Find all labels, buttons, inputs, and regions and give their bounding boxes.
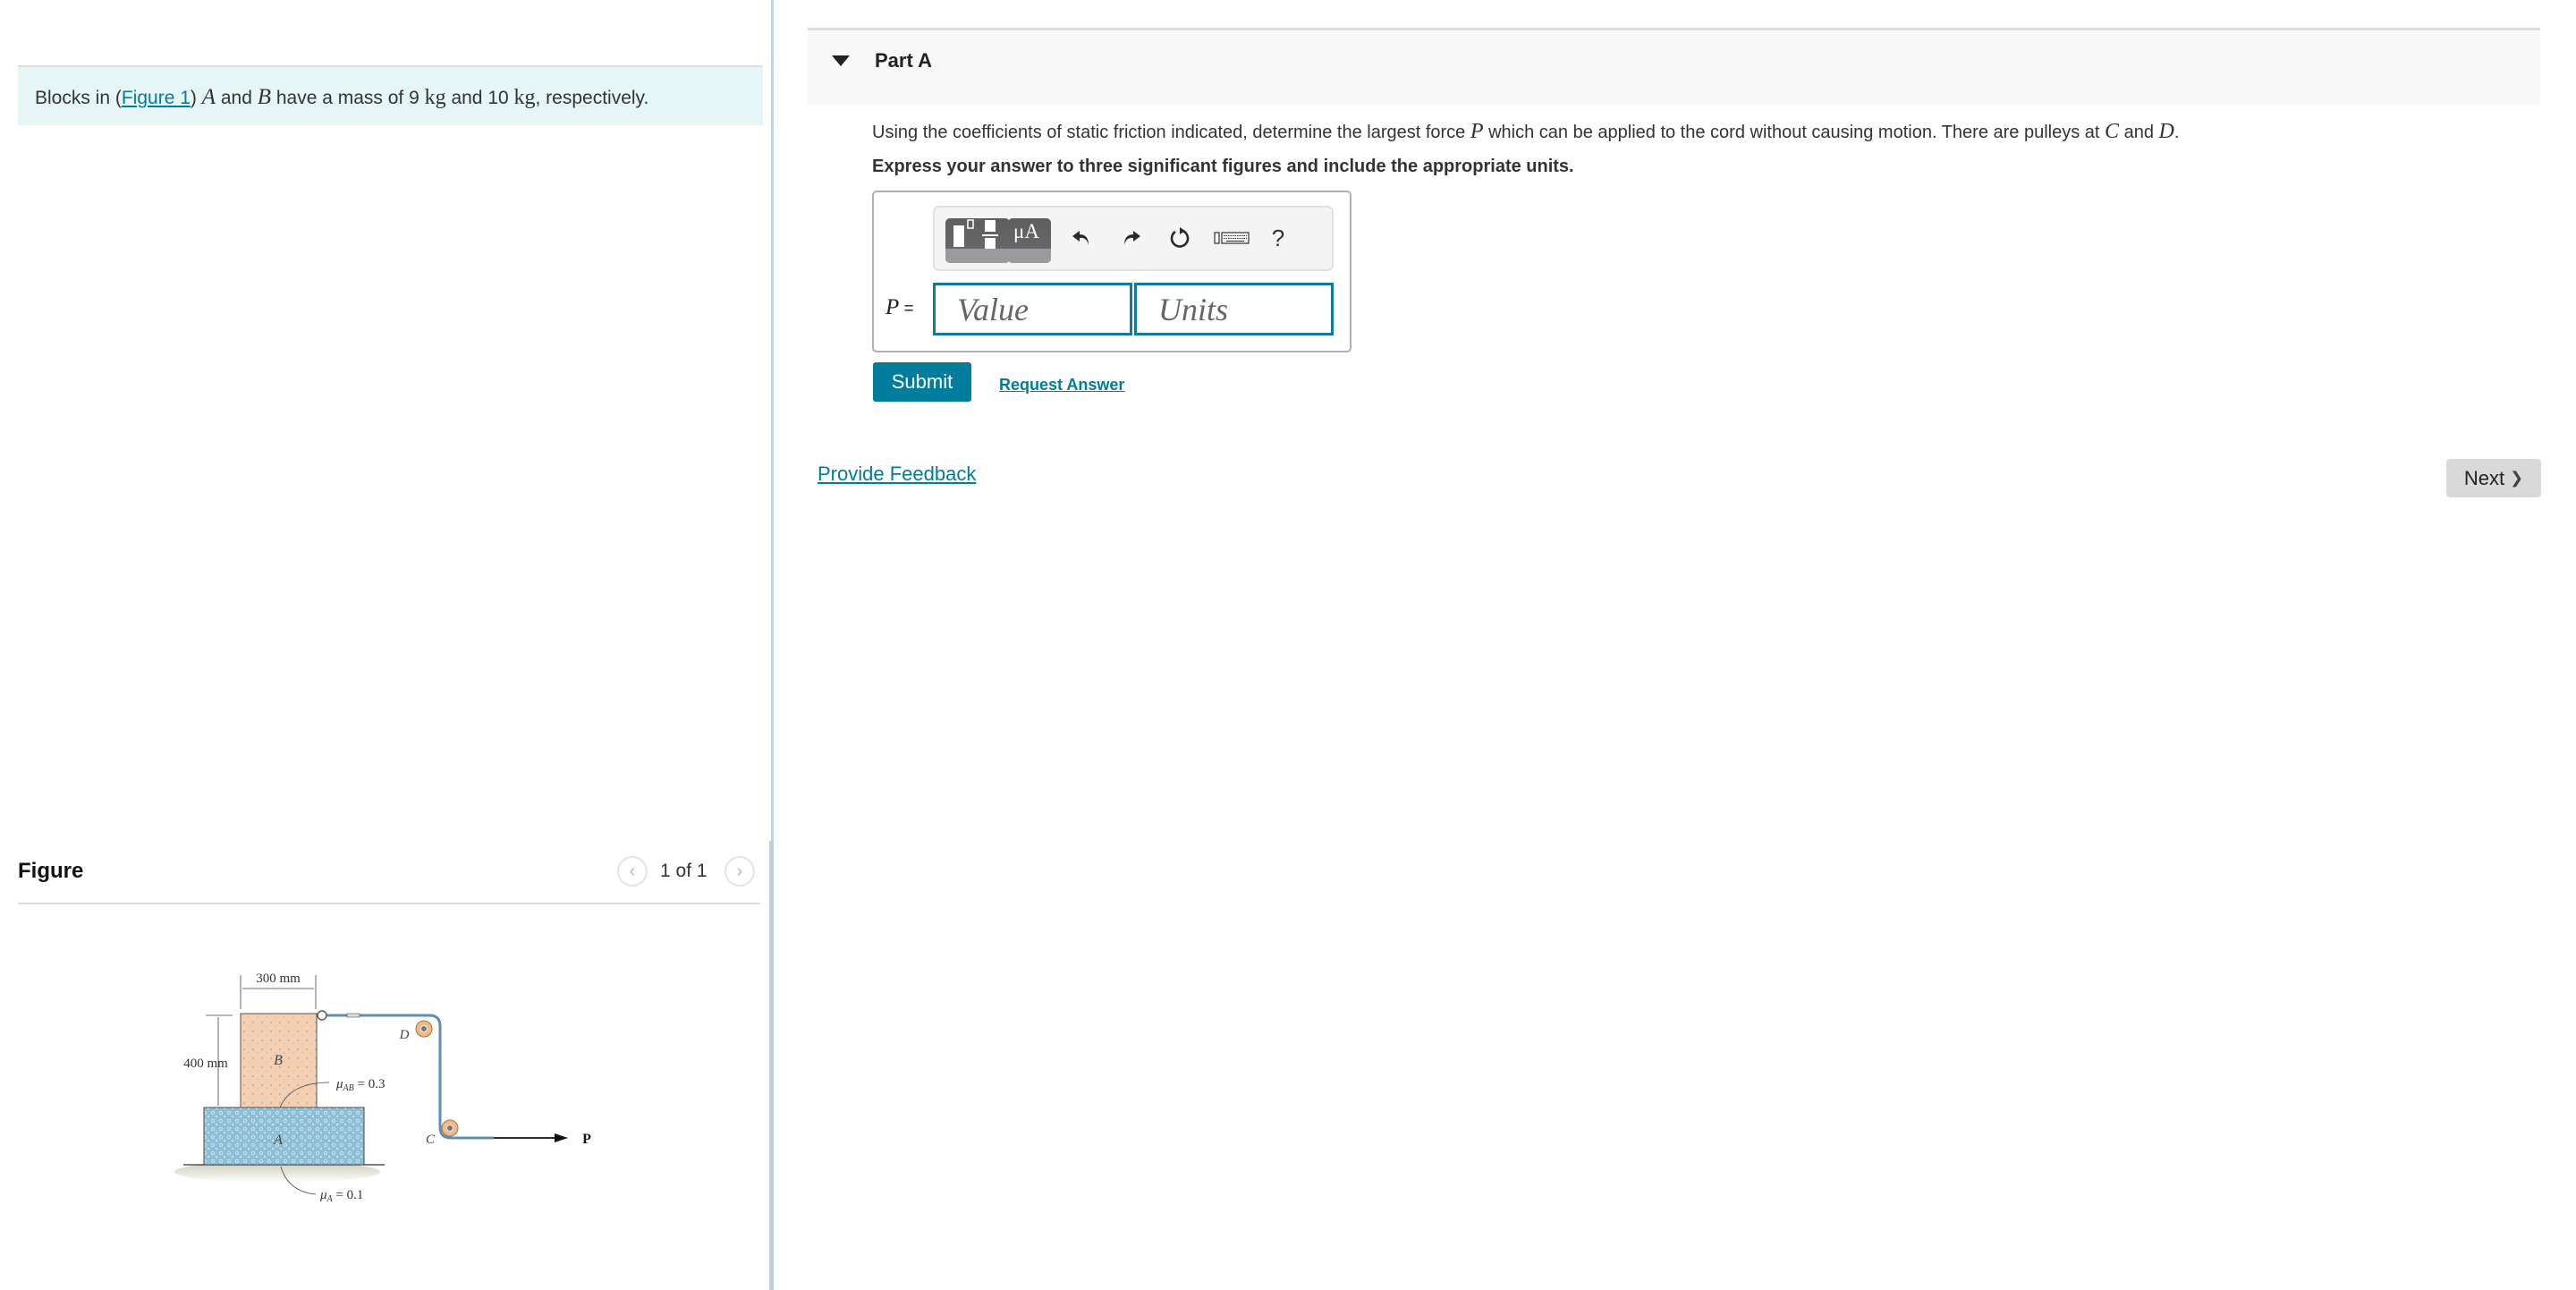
var-b: B: [257, 85, 272, 109]
reset-arrow: [1170, 227, 1190, 248]
var-d: D: [2158, 120, 2174, 143]
undo-arrow: [1072, 231, 1089, 245]
math-toolbar: μA ?: [933, 206, 1334, 271]
part-a-title[interactable]: Part A: [875, 49, 932, 72]
units-input[interactable]: [1134, 283, 1334, 335]
keyboard-glyph: [1214, 232, 1250, 244]
figure-prev-button[interactable]: ‹: [617, 856, 648, 887]
problem-text: have a mass of 9: [271, 88, 425, 108]
width-label: 300 mm: [256, 972, 301, 986]
question-text-part: Using the coefficients of static frictio…: [872, 123, 1470, 142]
request-answer-link[interactable]: Request Answer: [999, 376, 1124, 395]
figure-1-link[interactable]: Figure 1: [122, 88, 191, 108]
height-label: 400 mm: [183, 1057, 228, 1071]
var-p-label: P: [886, 295, 900, 319]
problem-text: and 10: [445, 88, 514, 108]
templates-button[interactable]: [945, 218, 1010, 263]
pulley-d-label: D: [399, 1028, 410, 1042]
reset-icon[interactable]: [1165, 220, 1194, 256]
figure-pager-text: 1 of 1: [660, 861, 708, 881]
block-a-label: A: [273, 1133, 283, 1148]
question-text-part: and: [2119, 123, 2159, 142]
unit-kg: kg: [424, 86, 446, 109]
answer-instruction: Express your answer to three significant…: [872, 157, 1574, 176]
question-text: Using the coefficients of static frictio…: [872, 120, 2179, 144]
problem-text: , respectively.: [535, 88, 649, 108]
answer-label: P =: [886, 295, 914, 320]
figure-diagram: 300 mm 400 mm B A P D C μAB = 0.3 μA = 0…: [174, 972, 591, 1204]
pane-divider-handle[interactable]: [769, 841, 774, 1290]
problem-text: ): [190, 88, 202, 108]
figure-next-button[interactable]: ›: [724, 856, 755, 887]
submit-button[interactable]: Submit: [873, 362, 971, 402]
keyboard-icon[interactable]: [1212, 220, 1251, 256]
force-label: P: [582, 1132, 591, 1147]
provide-feedback-link[interactable]: Provide Feedback: [818, 463, 976, 486]
var-a: A: [201, 85, 216, 109]
mu-ab-label: μAB = 0.3: [335, 1077, 385, 1093]
problem-text: and: [216, 88, 258, 108]
templates-icon: [953, 219, 998, 249]
undo-icon[interactable]: [1067, 220, 1096, 256]
problem-text-prefix: Blocks in (: [35, 88, 122, 108]
redo-arrow: [1124, 231, 1140, 245]
block-a: [203, 1107, 365, 1166]
pane-divider[interactable]: [771, 0, 774, 841]
question-text-part: .: [2174, 123, 2180, 142]
var-p: P: [1470, 120, 1484, 143]
chevron-left-icon: ‹: [629, 861, 636, 881]
help-icon[interactable]: ?: [1264, 220, 1292, 256]
next-button[interactable]: Next ❯: [2446, 459, 2541, 497]
chevron-right-icon: ›: [736, 861, 743, 881]
force-arrowhead: [555, 1133, 568, 1142]
value-input[interactable]: [933, 283, 1132, 335]
mu-a-label: μA = 0.1: [319, 1188, 363, 1204]
var-c: C: [2105, 120, 2120, 143]
caret-down-icon[interactable]: [832, 55, 850, 66]
unit-kg: kg: [513, 86, 536, 109]
problem-statement: Blocks in (Figure 1) A and B have a mass…: [18, 65, 763, 125]
pulley-c-label: C: [426, 1133, 436, 1147]
chevron-right-icon: ❯: [2510, 469, 2524, 487]
figure-title: Figure: [18, 859, 84, 883]
cord-ring: [317, 1010, 327, 1021]
equals-sign: =: [899, 300, 914, 318]
mu-a-symbol-icon: μA: [1013, 220, 1039, 242]
question-text-part: which can be applied to the cord without…: [1483, 123, 2106, 142]
part-a-header[interactable]: [808, 28, 2540, 105]
next-label: Next: [2463, 466, 2505, 489]
redo-icon[interactable]: [1117, 220, 1146, 256]
figure-header-rule: [18, 903, 760, 904]
symbols-button[interactable]: μA: [1008, 218, 1051, 263]
block-b-label: B: [274, 1053, 283, 1068]
